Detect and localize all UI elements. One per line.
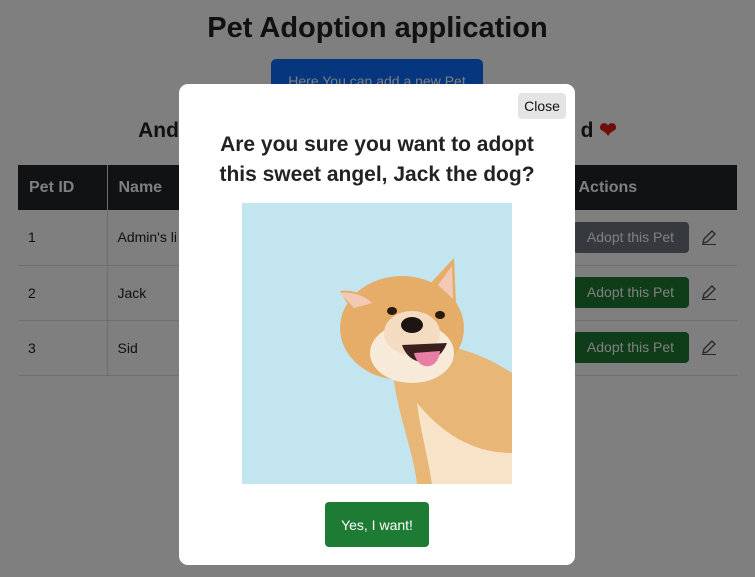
adoption-dialog: Close Are you sure you want to adopt thi… xyxy=(179,84,575,565)
close-button[interactable]: Close xyxy=(518,93,566,119)
dog-photo xyxy=(242,203,512,484)
confirm-adopt-button[interactable]: Yes, I want! xyxy=(325,502,429,547)
dialog-question: Are you sure you want to adopt this swee… xyxy=(219,133,535,186)
